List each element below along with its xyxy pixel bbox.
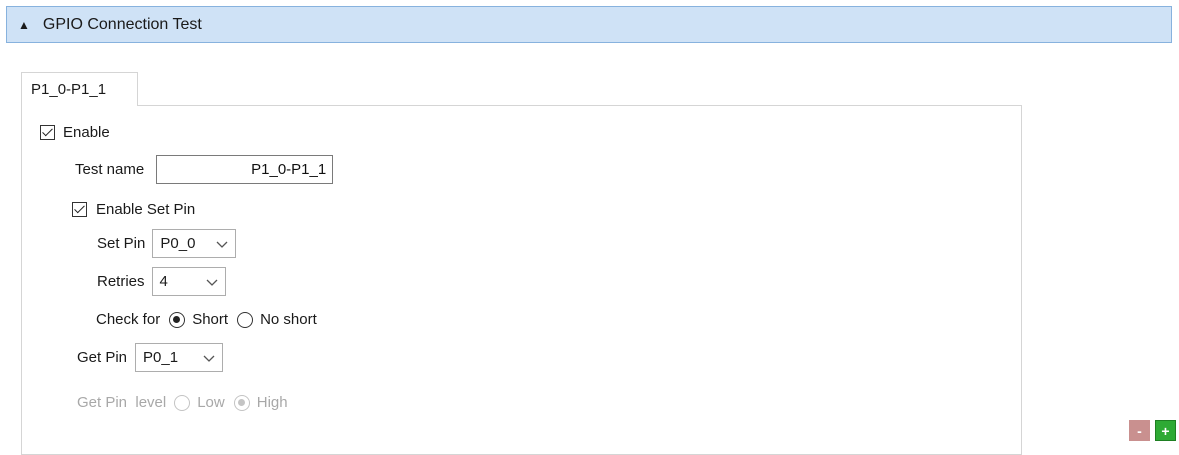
get-pin-select[interactable]: P0_1 xyxy=(135,343,224,372)
retries-label: Retries xyxy=(97,273,145,290)
get-pin-level-label: Get Pin level xyxy=(77,394,167,411)
test-name-input[interactable] xyxy=(156,155,334,184)
retries-row: Retries 4 xyxy=(97,267,226,296)
get-pin-level-low-radio xyxy=(174,394,191,411)
check-for-short-radio[interactable] xyxy=(169,311,186,328)
enable-row: Enable xyxy=(40,124,110,141)
get-pin-level-high-radio xyxy=(233,394,250,411)
enable-set-pin-label: Enable Set Pin xyxy=(96,201,196,218)
check-for-no-short-label: No short xyxy=(260,311,317,328)
remove-test-button[interactable]: - xyxy=(1129,420,1150,441)
get-pin-level-low-label: Low xyxy=(197,394,225,411)
enable-set-pin-checkbox[interactable] xyxy=(72,202,87,217)
tab-label: P1_0-P1_1 xyxy=(31,81,107,98)
enable-label: Enable xyxy=(63,124,110,141)
section-title: GPIO Connection Test xyxy=(42,15,202,33)
set-pin-label: Set Pin xyxy=(97,235,146,252)
check-for-row: Check for Short No short xyxy=(96,311,317,328)
get-pin-row: Get Pin P0_1 xyxy=(77,343,224,372)
enable-set-pin-row: Enable Set Pin xyxy=(72,201,195,218)
check-for-label: Check for xyxy=(96,311,161,328)
set-pin-select[interactable]: P0_0 xyxy=(152,229,237,258)
chevron-down-icon xyxy=(216,241,228,248)
retries-value: 4 xyxy=(159,273,168,290)
get-pin-label: Get Pin xyxy=(77,349,128,366)
check-for-no-short-radio[interactable] xyxy=(237,311,254,328)
add-test-button[interactable]: + xyxy=(1155,420,1176,441)
get-pin-value: P0_1 xyxy=(143,349,179,366)
enable-checkbox[interactable] xyxy=(40,125,55,140)
tab-panel: Enable Test name Enable Set Pin Set Pin … xyxy=(21,105,1022,455)
retries-select[interactable]: 4 xyxy=(151,267,226,296)
set-pin-row: Set Pin P0_0 xyxy=(97,229,237,258)
tab-p1-0-p1-1[interactable]: P1_0-P1_1 xyxy=(21,72,138,106)
check-for-short-label: Short xyxy=(192,311,229,328)
chevron-down-icon xyxy=(203,355,215,362)
collapse-triangle-icon[interactable]: ▲ xyxy=(18,19,30,31)
set-pin-value: P0_0 xyxy=(160,235,196,252)
test-name-row: Test name xyxy=(75,155,334,184)
chevron-down-icon xyxy=(206,279,217,286)
get-pin-level-row: Get Pin level Low High xyxy=(77,394,288,411)
section-header[interactable]: ▲ GPIO Connection Test xyxy=(6,6,1172,43)
test-name-label: Test name xyxy=(75,161,145,178)
get-pin-level-high-label: High xyxy=(256,394,288,411)
